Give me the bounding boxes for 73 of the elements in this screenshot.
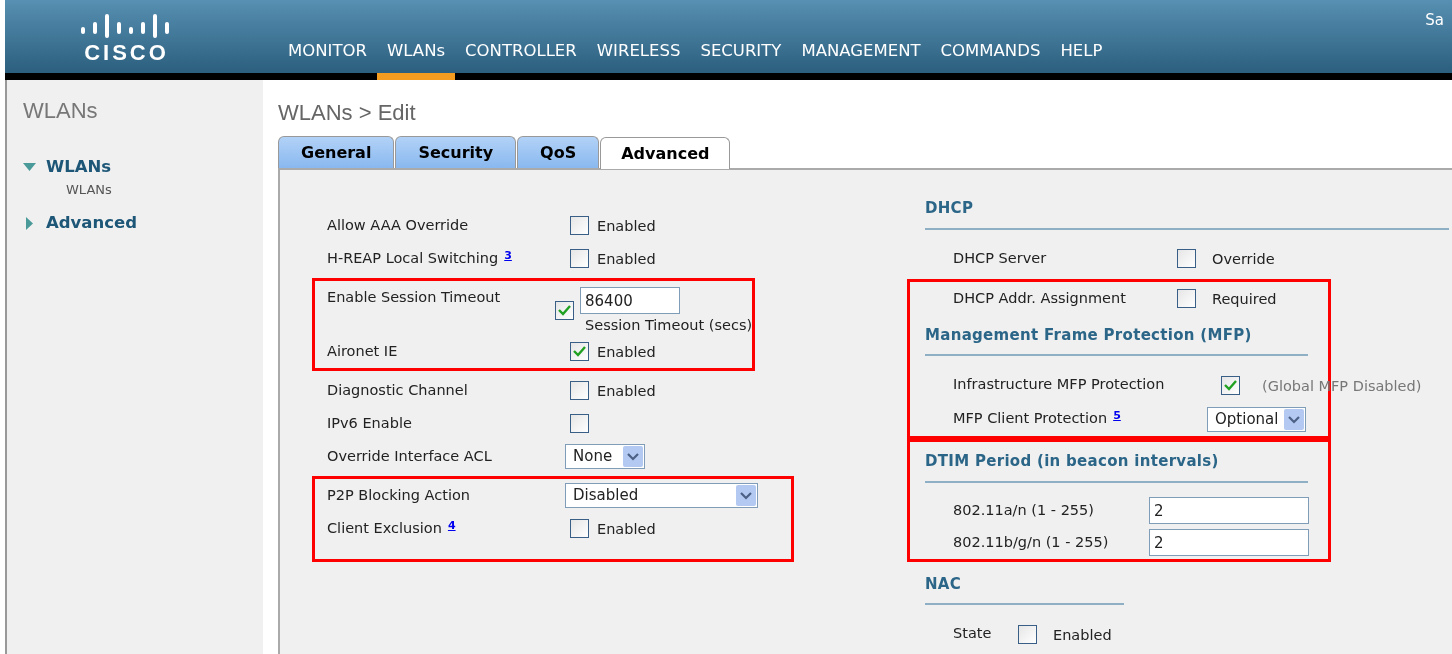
tab[interactable]: General bbox=[278, 136, 395, 168]
field-label: Client Exclusion bbox=[327, 518, 442, 538]
checkbox-label: Override bbox=[1212, 250, 1275, 270]
checkbox[interactable] bbox=[555, 301, 574, 320]
nav-menu-item[interactable]: HELP bbox=[1050, 39, 1113, 80]
dropdown[interactable]: Disabled bbox=[565, 483, 758, 508]
caret-right-icon[interactable] bbox=[23, 217, 36, 231]
dtim-field[interactable]: 2 bbox=[1149, 529, 1309, 556]
dropdown[interactable]: Optional bbox=[1207, 406, 1307, 432]
footnote-link[interactable]: 3 bbox=[504, 247, 512, 265]
field-label: P2P Blocking Action bbox=[327, 485, 470, 505]
checkbox[interactable] bbox=[570, 381, 589, 400]
checkbox[interactable] bbox=[1177, 249, 1196, 268]
checkbox[interactable] bbox=[1177, 289, 1196, 308]
field-label: H-REAP Local Switching bbox=[327, 248, 499, 268]
field-label: Diagnostic Channel bbox=[327, 380, 468, 400]
field-label: MFP Client Protection bbox=[953, 409, 1108, 429]
checkbox[interactable] bbox=[570, 216, 589, 235]
field-label: 802.11a/n (1 - 255) bbox=[953, 500, 1094, 520]
field-label: 802.11b/g/n (1 - 255) bbox=[953, 532, 1109, 552]
logo-text: CISCO bbox=[84, 42, 169, 64]
timeout-field[interactable]: 86400 bbox=[580, 287, 680, 314]
field-caption: Session Timeout (secs) bbox=[585, 316, 753, 335]
field-label: Override Interface ACL bbox=[327, 446, 492, 466]
checkbox[interactable] bbox=[570, 519, 589, 538]
dropdown[interactable]: None bbox=[565, 444, 645, 469]
field-label: Aironet IE bbox=[327, 341, 398, 361]
nav-menu-item[interactable]: WLANs bbox=[376, 39, 456, 80]
section-heading: Management Frame Protection (MFP) bbox=[925, 323, 1308, 356]
dtim-field[interactable]: 2 bbox=[1149, 497, 1309, 524]
sidebar-item[interactable]: WLANs bbox=[46, 155, 112, 180]
check-icon bbox=[573, 346, 586, 357]
checkbox[interactable] bbox=[570, 414, 589, 433]
sidebar-subitem[interactable]: WLANs bbox=[66, 179, 263, 200]
footnote-link[interactable]: 4 bbox=[447, 517, 456, 535]
tab[interactable]: QoS bbox=[517, 136, 600, 168]
field-label: State bbox=[953, 624, 992, 644]
field-label: Infrastructure MFP Protection bbox=[953, 375, 1165, 395]
nav-menu-item[interactable]: CONTROLLER bbox=[455, 39, 587, 80]
nav-menu-item[interactable]: MONITOR bbox=[278, 39, 377, 80]
field-label: Enable Session Timeout bbox=[327, 288, 501, 307]
section-heading: NAC bbox=[925, 572, 1124, 605]
checkbox[interactable] bbox=[570, 342, 589, 361]
checkbox-label: Required bbox=[1212, 290, 1277, 310]
checkbox[interactable] bbox=[1221, 375, 1240, 395]
tab[interactable]: Security bbox=[395, 136, 517, 168]
nav-menu-item[interactable]: COMMANDS bbox=[930, 39, 1051, 80]
nav-menu-item[interactable]: SECURITY bbox=[690, 39, 792, 80]
checkbox-label: Enabled bbox=[597, 250, 656, 270]
check-icon bbox=[558, 305, 571, 316]
checkbox-label: Enabled bbox=[1053, 625, 1112, 645]
field-label: DHCP Addr. Assignment bbox=[953, 288, 1126, 308]
tab[interactable]: Advanced bbox=[600, 137, 731, 169]
section-heading: DHCP bbox=[925, 197, 1449, 230]
sidebar-item[interactable]: Advanced bbox=[46, 211, 137, 236]
checkbox-label: Enabled bbox=[597, 520, 656, 540]
field-label: Allow AAA Override bbox=[327, 215, 469, 235]
checkbox-label: Enabled bbox=[597, 217, 656, 237]
checkbox-label: Enabled bbox=[597, 382, 656, 402]
header-text: Sa bbox=[1425, 10, 1444, 31]
checkbox[interactable] bbox=[570, 249, 589, 268]
footnote-link[interactable]: 5 bbox=[1113, 408, 1121, 425]
check-icon bbox=[1224, 379, 1237, 391]
field-label: IPv6 Enable bbox=[327, 413, 412, 433]
checkbox-label: Enabled bbox=[597, 343, 656, 363]
nav-menu-item[interactable]: WIRELESS bbox=[586, 39, 691, 80]
field-label: DHCP Server bbox=[953, 248, 1047, 268]
nav-menu-item[interactable]: MANAGEMENT bbox=[791, 39, 931, 80]
page-title: WLANs > Edit bbox=[278, 99, 417, 127]
sidebar-title: WLANs bbox=[23, 97, 99, 125]
caret-down-icon[interactable] bbox=[23, 160, 36, 174]
section-heading: DTIM Period (in beacon intervals) bbox=[925, 450, 1308, 483]
checkbox[interactable] bbox=[1018, 624, 1037, 644]
